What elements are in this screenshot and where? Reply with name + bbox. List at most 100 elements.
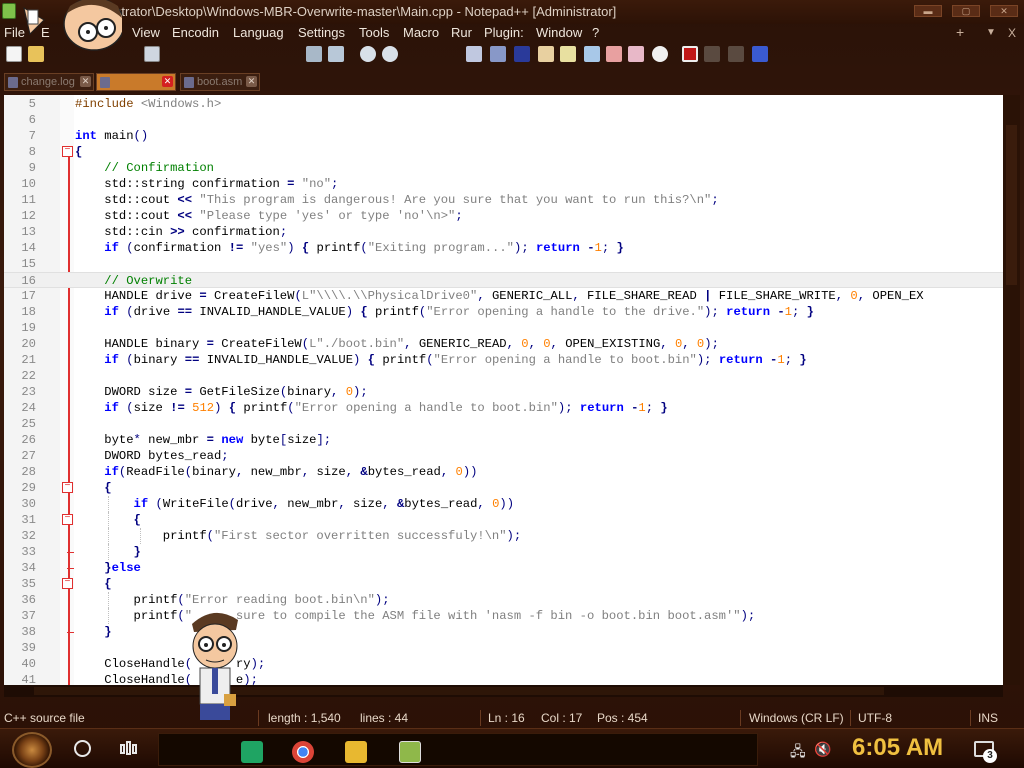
code-line[interactable]: 10 std::string confirmation = "no"; — [4, 176, 1003, 192]
tab-close-icon[interactable]: ✕ — [80, 76, 91, 87]
fold-toggle-minus-icon[interactable]: − — [62, 146, 73, 157]
new-tab-plus-icon[interactable]: + — [956, 24, 964, 40]
menu-language[interactable]: Languag — [233, 25, 284, 40]
code-line[interactable]: 24 if (size != 512) { printf("Error open… — [4, 400, 1003, 416]
code-line[interactable]: 36 printf("Error reading boot.bin\n"); — [4, 592, 1003, 608]
run-macro-multiple-icon[interactable] — [752, 46, 768, 62]
toolbar — [0, 44, 1024, 66]
taskbar-clock[interactable]: 6:05 AM — [852, 734, 943, 762]
print-icon[interactable] — [144, 46, 160, 62]
code-line[interactable]: 17 HANDLE drive = CreateFileW(L"\\\\.\\P… — [4, 288, 1003, 304]
vertical-scrollbar[interactable] — [1003, 95, 1020, 685]
code-line[interactable]: 30 if (WriteFile(drive, new_mbr, size, &… — [4, 496, 1003, 512]
code-line[interactable]: 7 int main() — [4, 128, 1003, 144]
file-explorer-icon[interactable] — [345, 741, 367, 763]
status-encoding[interactable]: UTF-8 — [858, 711, 892, 725]
code-line[interactable]: 23 DWORD size = GetFileSize(binary, 0); — [4, 384, 1003, 400]
close-document-icon[interactable]: X — [1008, 26, 1016, 40]
code-line[interactable]: 25 — [4, 416, 1003, 432]
code-line[interactable]: 28 if(ReadFile(binary, new_mbr, size, &b… — [4, 464, 1003, 480]
code-line[interactable]: 12 std::cout << "Please type 'yes' or ty… — [4, 208, 1003, 224]
word-wrap-icon[interactable] — [490, 46, 506, 62]
status-eol-format[interactable]: Windows (CR LF) — [749, 711, 844, 725]
eye-icon[interactable] — [652, 46, 668, 62]
show-all-chars-icon[interactable] — [514, 46, 530, 62]
status-insert-mode[interactable]: INS — [978, 711, 998, 725]
monitor-icon[interactable] — [628, 46, 644, 62]
code-line[interactable]: 33 } — [4, 544, 1003, 560]
tab-close-icon[interactable]: ✕ — [246, 76, 257, 87]
play-macro-icon[interactable] — [728, 46, 744, 62]
code-line[interactable]: 40 CloseHandle( ry); — [4, 656, 1003, 672]
cortana-search-icon[interactable] — [74, 740, 91, 757]
code-line[interactable]: 39 — [4, 640, 1003, 656]
code-line[interactable]: 26 byte* new_mbr = new byte[size]; — [4, 432, 1003, 448]
code-line[interactable]: 18 if (drive == INVALID_HANDLE_VALUE) { … — [4, 304, 1003, 320]
horizontal-scroll-thumb[interactable] — [34, 687, 884, 695]
code-line[interactable]: 32 printf("First sector overritten succe… — [4, 528, 1003, 544]
fold-toggle-minus-icon[interactable]: − — [62, 482, 73, 493]
sync-scroll-icon[interactable] — [466, 46, 482, 62]
fold-toggle-minus-icon[interactable]: − — [62, 578, 73, 589]
code-line[interactable]: 13 std::cin >> confirmation; — [4, 224, 1003, 240]
menu-window[interactable]: Window — [536, 25, 582, 40]
code-line[interactable]: 9 // Confirmation — [4, 160, 1003, 176]
horizontal-scrollbar[interactable] — [4, 685, 1003, 697]
stop-macro-icon[interactable] — [704, 46, 720, 62]
document-map-icon[interactable] — [560, 46, 576, 62]
minimize-button[interactable]: ▬ — [914, 5, 942, 17]
volume-muted-icon[interactable]: 🔇 — [814, 741, 831, 758]
code-line[interactable]: 16 // Overwrite — [4, 272, 1003, 288]
menu-help[interactable]: ? — [592, 25, 599, 40]
chrome-icon[interactable] — [292, 741, 314, 763]
code-line[interactable]: 19 — [4, 320, 1003, 336]
code-editor[interactable]: 5 #include <Windows.h> 6 7 int main() 8−{9 //… — [4, 95, 1003, 685]
menu-settings[interactable]: Settings — [298, 25, 345, 40]
code-line[interactable]: 21 if (binary == INVALID_HANDLE_VALUE) {… — [4, 352, 1003, 368]
tab-main-cpp[interactable]: ✕ — [96, 73, 176, 91]
notepadpp-taskbar-icon[interactable] — [399, 741, 421, 763]
menu-tools[interactable]: Tools — [359, 25, 389, 40]
zoom-out-icon[interactable] — [382, 46, 398, 62]
code-line[interactable]: 29 − { — [4, 480, 1003, 496]
code-line[interactable]: 34 }else — [4, 560, 1003, 576]
indent-guide-icon[interactable] — [538, 46, 554, 62]
code-line[interactable]: 37 printf(" sure to compile the ASM file… — [4, 608, 1003, 624]
code-line[interactable]: 6 — [4, 112, 1003, 128]
task-view-icon[interactable] — [120, 741, 138, 756]
code-line[interactable]: 41 CloseHandle( e); — [4, 672, 1003, 685]
start-button[interactable] — [12, 732, 52, 768]
menu-plugins[interactable]: Plugin: — [484, 25, 524, 40]
code-line[interactable]: 22 — [4, 368, 1003, 384]
code-line[interactable]: 8 −{ — [4, 144, 1003, 160]
code-line[interactable]: 14 if (confirmation != "yes") { printf("… — [4, 240, 1003, 256]
find-icon[interactable] — [306, 46, 322, 62]
function-list-icon[interactable] — [584, 46, 600, 62]
code-line[interactable]: 38 } — [4, 624, 1003, 640]
code-line[interactable]: 5 #include <Windows.h> — [4, 96, 1003, 112]
code-line[interactable]: 11 std::cout << "This program is dangero… — [4, 192, 1003, 208]
code-line[interactable]: 15 — [4, 256, 1003, 272]
folder-workspace-icon[interactable] — [606, 46, 622, 62]
menu-encoding[interactable]: Encodin — [172, 25, 219, 40]
menu-macro[interactable]: Macro — [403, 25, 439, 40]
menu-view[interactable]: View — [132, 25, 160, 40]
code-line[interactable]: 31 − { — [4, 512, 1003, 528]
record-macro-icon[interactable] — [682, 46, 698, 62]
maximize-button[interactable]: ▢ — [952, 5, 980, 17]
menu-run[interactable]: Rur — [451, 25, 472, 40]
network-icon[interactable]: 🖧 — [790, 741, 806, 765]
tab-close-icon[interactable]: ✕ — [162, 76, 173, 87]
zoom-in-icon[interactable] — [360, 46, 376, 62]
google-sheets-icon[interactable] — [241, 741, 263, 763]
close-button[interactable]: ✕ — [990, 5, 1018, 17]
replace-icon[interactable] — [328, 46, 344, 62]
vertical-scroll-thumb[interactable] — [1006, 125, 1017, 285]
code-line[interactable]: 35 − { — [4, 576, 1003, 592]
tab-change-log[interactable]: change.log ✕ — [4, 73, 94, 91]
code-line[interactable]: 20 HANDLE binary = CreateFileW(L"./boot.… — [4, 336, 1003, 352]
tab-list-chevron-down-icon[interactable]: ▼ — [986, 27, 996, 38]
code-line[interactable]: 27 DWORD bytes_read; — [4, 448, 1003, 464]
tab-boot-asm[interactable]: boot.asm ✕ — [180, 73, 260, 91]
fold-toggle-minus-icon[interactable]: − — [62, 514, 73, 525]
